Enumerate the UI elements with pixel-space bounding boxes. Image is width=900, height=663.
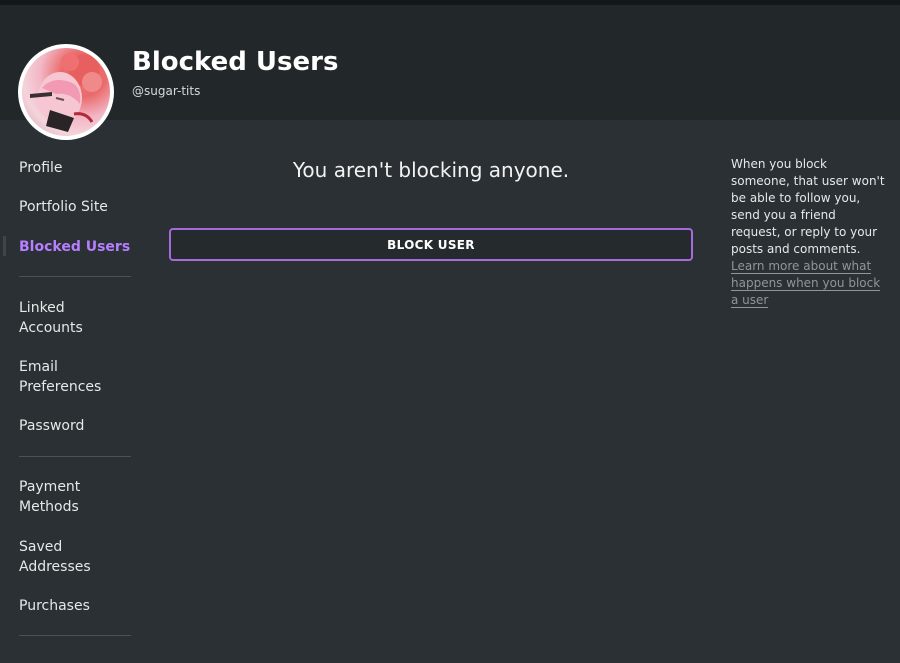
sidebar-item-password[interactable]: Password [19, 416, 84, 436]
avatar-image [22, 48, 110, 136]
sidebar-divider [19, 456, 131, 457]
page-header: Blocked Users @sugar-tits [0, 5, 900, 120]
sidebar-item-profile[interactable]: Profile [19, 158, 63, 178]
sidebar-item-email-preferences[interactable]: Email Preferences [19, 357, 101, 397]
sidebar-item-blocked-users[interactable]: Blocked Users [19, 237, 130, 257]
block-user-button[interactable]: BLOCK USER [169, 228, 693, 261]
sidebar-item-purchases[interactable]: Purchases [19, 596, 90, 616]
avatar[interactable] [18, 44, 114, 140]
empty-state-message: You aren't blocking anyone. [292, 158, 570, 182]
sidebar-divider [19, 276, 131, 277]
learn-more-link[interactable]: Learn more about what happens when you b… [731, 259, 881, 308]
sidebar-divider [19, 635, 131, 636]
sidebar-item-portfolio-site[interactable]: Portfolio Site [19, 197, 108, 217]
page-title: Blocked Users [132, 47, 339, 77]
sidebar-item-payment-methods[interactable]: Payment Methods [19, 477, 80, 517]
sidebar-item-saved-addresses[interactable]: Saved Addresses [19, 537, 91, 577]
sidebar-item-linked-accounts[interactable]: Linked Accounts [19, 298, 83, 338]
active-indicator [3, 236, 6, 256]
block-info-panel: When you block someone, that user won't … [731, 156, 886, 309]
block-info-text: When you block someone, that user won't … [731, 157, 885, 256]
user-handle: @sugar-tits [132, 84, 201, 98]
avatar-illustration [30, 53, 102, 132]
